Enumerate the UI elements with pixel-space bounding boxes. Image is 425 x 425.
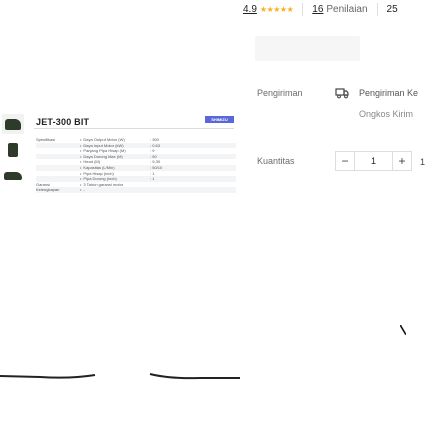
quantity-input[interactable]: 1: [355, 151, 392, 171]
increment-button[interactable]: +: [392, 151, 412, 171]
rating-value[interactable]: 4.9: [243, 4, 257, 15]
pump-icon: [5, 118, 21, 130]
thumbnail-1[interactable]: [2, 114, 24, 134]
hose-image: [0, 373, 240, 380]
pump-icon: [4, 172, 22, 180]
shipping-label: Pengiriman: [257, 88, 303, 98]
review-label: Penilaian: [326, 4, 368, 15]
quantity-stepper: − 1 +: [335, 151, 412, 171]
model-title: JET-300 BIT: [36, 117, 90, 127]
spec-name: -: [80, 187, 150, 193]
rating-row: 4.9 ★★★★★ 16 Penilaian 25: [243, 3, 398, 16]
mouse-cursor-icon: [400, 325, 406, 335]
star-rating-icon: ★★★★★: [259, 5, 294, 14]
decrement-button[interactable]: −: [335, 151, 355, 171]
thumbnail-3[interactable]: [2, 166, 24, 186]
quantity-label: Kuantitas: [257, 156, 295, 166]
thumbnail-2[interactable]: [2, 140, 24, 160]
shipping-destination[interactable]: Pengiriman Ke: [359, 88, 418, 98]
truck-icon: [335, 88, 349, 99]
spec-category: Kelengkapan: [36, 187, 60, 193]
spec-row: Kelengkapan -: [36, 187, 236, 193]
spec-table: SpesifikasiDaya Output Motor (W): 300Day…: [36, 137, 236, 193]
divider: [376, 3, 378, 16]
divider: [302, 3, 304, 16]
divider: [34, 128, 234, 129]
stock-hint: 1: [420, 157, 425, 167]
product-image-panel[interactable]: JET-300 BIT SHIMIZU SpesifikasiDaya Outp…: [0, 0, 240, 425]
brand-tag: SHIMIZU: [205, 116, 234, 123]
shipping-cost-label: Ongkos Kirim: [359, 109, 414, 119]
spec-card-image: JET-300 BIT SHIMIZU SpesifikasiDaya Outp…: [0, 110, 240, 220]
pump-icon: [8, 143, 18, 157]
spec-value: [150, 187, 190, 193]
thumbnail-strip: [2, 114, 26, 192]
review-count[interactable]: 16: [312, 4, 323, 15]
placeholder-button[interactable]: [255, 36, 360, 61]
sold-count: 25: [386, 4, 398, 15]
purchase-panel: 4.9 ★★★★★ 16 Penilaian 25 Pengiriman Pen…: [240, 0, 425, 425]
